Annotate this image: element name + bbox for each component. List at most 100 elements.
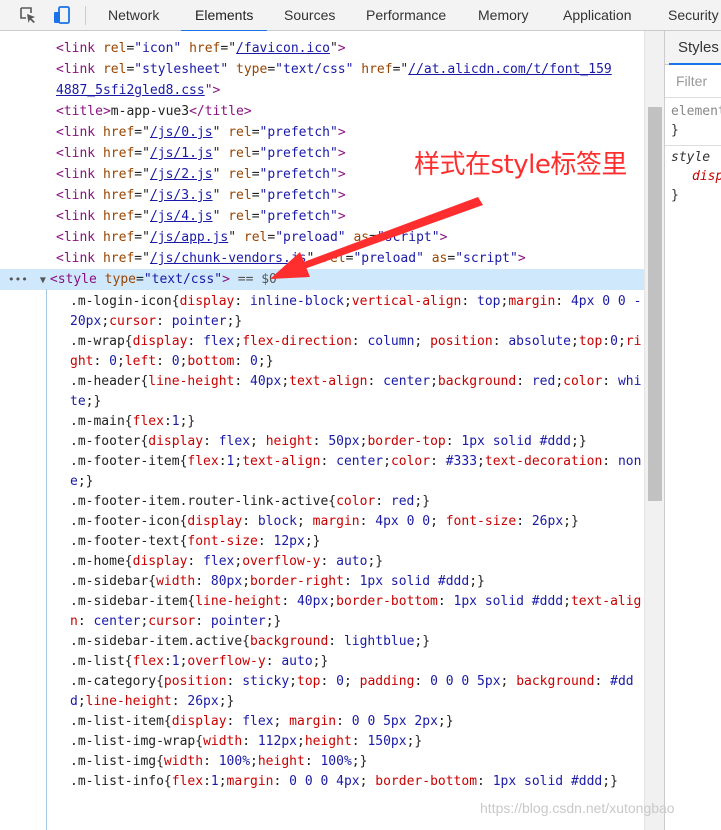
- attr-value: "preload": [275, 230, 346, 245]
- attr-link[interactable]: /js/3.js: [150, 188, 213, 203]
- tag-close-bracket: >: [337, 209, 346, 224]
- css-rule-line: .m-sidebar{width: 80px;border-right: 1px…: [70, 574, 485, 589]
- attr-value: "script": [455, 251, 518, 266]
- attr-link[interactable]: /favicon.ico: [236, 41, 330, 56]
- tag-name: link: [63, 41, 96, 56]
- tag-open-bracket: <: [56, 146, 64, 161]
- rule-separator: [665, 145, 721, 146]
- dom-node-line[interactable]: <title>m-app-vue3</title>: [0, 101, 644, 122]
- tag-close-bracket: >: [337, 41, 346, 56]
- tag-name: link: [63, 209, 96, 224]
- tag-open-bracket: <: [56, 41, 64, 56]
- tag-name: title: [63, 104, 103, 119]
- tab-application[interactable]: Application: [563, 0, 632, 31]
- attr-name: rel: [228, 125, 252, 140]
- tag-name: link: [63, 167, 96, 182]
- node-menu-dots[interactable]: •••: [8, 273, 28, 286]
- css-rule-line: .m-footer-icon{display: block; margin: 4…: [70, 514, 579, 529]
- tag-name: link: [63, 62, 96, 77]
- expand-triangle-icon[interactable]: ▼: [40, 270, 50, 291]
- tab-network[interactable]: Network: [108, 0, 159, 31]
- attr-name: as: [353, 230, 370, 245]
- attr-name: rel: [228, 167, 252, 182]
- style-property[interactable]: disp: [692, 168, 721, 186]
- tag-open-bracket: <: [56, 167, 64, 182]
- scrollbar-thumb[interactable]: [648, 107, 662, 501]
- css-rule-line: .m-main{flex:1;}: [70, 414, 196, 429]
- tab-elements[interactable]: Elements: [180, 0, 268, 32]
- selected-style-node[interactable]: ••• ▼ <style type="text/css"> == $0: [0, 269, 644, 290]
- attr-name: href: [102, 167, 135, 182]
- attr-link[interactable]: /js/0.js: [150, 125, 213, 140]
- dom-node-line[interactable]: <link href="/js/4.js" rel="prefetch">: [0, 206, 644, 227]
- tab-performance[interactable]: Performance: [366, 0, 446, 31]
- attr-name: href: [102, 146, 135, 161]
- dom-node-line[interactable]: 4887_5sfi2gled8.css">: [0, 80, 644, 101]
- dom-node-line[interactable]: <link href="/js/0.js" rel="prefetch">: [0, 122, 644, 143]
- attr-name: href: [102, 188, 135, 203]
- title-text: m-app-vue3: [110, 104, 190, 119]
- css-rule-line: .m-list-info{flex:1;margin: 0 0 0 4px; b…: [70, 774, 618, 789]
- tag-open-bracket: <: [56, 104, 64, 119]
- rule-close-brace: }: [671, 188, 679, 203]
- attr-name: rel: [228, 146, 252, 161]
- attr-name: href: [189, 41, 221, 56]
- attr-link[interactable]: /js/app.js: [150, 230, 228, 245]
- tag-close-bracket: >: [337, 125, 346, 140]
- attr-link[interactable]: /js/2.js: [150, 167, 213, 182]
- css-rule-line: .m-login-icon{display: inline-block;vert…: [70, 294, 642, 329]
- inspect-element-icon[interactable]: [18, 5, 38, 25]
- attr-value: "prefetch": [259, 146, 338, 161]
- css-rule-line: .m-wrap{display: flex;flex-direction: co…: [70, 334, 642, 369]
- tag-name: link: [63, 251, 96, 266]
- attr-name: rel: [243, 230, 268, 245]
- tag-close-bracket: >: [517, 251, 526, 266]
- elements-scrollbar[interactable]: [644, 31, 664, 830]
- css-rule-line: .m-header{line-height: 40px;text-align: …: [70, 374, 642, 409]
- toolbar-divider: [85, 6, 86, 25]
- console-ref-marker: == $0: [237, 272, 277, 287]
- dom-node-line[interactable]: <link rel="stylesheet" type="text/css" h…: [0, 59, 644, 80]
- rule-close-brace: }: [671, 123, 679, 138]
- tag-name: link: [63, 188, 96, 203]
- tag-open-bracket: <: [56, 230, 64, 245]
- attr-value: "stylesheet": [134, 62, 229, 77]
- devtools-toolbar: Network Elements Sources Performance Mem…: [0, 0, 721, 32]
- tab-security[interactable]: Security: [668, 0, 719, 31]
- css-rule-line: .m-footer-item{flex:1;text-align: center…: [70, 454, 642, 489]
- attr-name: rel: [102, 62, 127, 77]
- attr-name: as: [431, 251, 448, 266]
- style-text-content[interactable]: .m-login-icon{display: inline-block;vert…: [70, 292, 644, 792]
- attr-value: "script": [376, 230, 440, 245]
- device-toolbar-icon[interactable]: [52, 5, 72, 25]
- style-rule-selector: style: [671, 150, 711, 165]
- tag-name: link: [63, 146, 96, 161]
- attr-link[interactable]: /js/1.js: [150, 146, 213, 161]
- tag-open-bracket: <: [56, 62, 64, 77]
- css-rule-line: .m-sidebar-item{line-height: 40px;border…: [70, 594, 642, 629]
- dom-node-line[interactable]: <link href="/js/3.js" rel="prefetch">: [0, 185, 644, 206]
- dom-node-line[interactable]: <link href="/js/chunk-vendors.js" rel="p…: [0, 248, 644, 269]
- tab-sources[interactable]: Sources: [284, 0, 335, 31]
- css-rule-line: .m-list-item{display: flex; margin: 0 0 …: [70, 714, 454, 729]
- indent-guide: [46, 289, 47, 830]
- attr-value: "prefetch": [259, 167, 338, 182]
- attr-name: href: [361, 62, 393, 77]
- attr-link[interactable]: /js/chunk-vendors.js: [150, 251, 307, 266]
- tag-close-bracket: >: [337, 146, 346, 161]
- styles-filter-input[interactable]: Filter: [665, 66, 721, 98]
- attr-value: "text/css": [275, 62, 354, 77]
- tag-open-bracket: <: [56, 125, 64, 140]
- attr-link[interactable]: //at.alicdn.com/t/font_159: [408, 62, 612, 77]
- attr-link[interactable]: /js/4.js: [150, 209, 213, 224]
- attr-name: href: [102, 209, 135, 224]
- tab-styles[interactable]: Styles: [665, 31, 721, 65]
- dom-node-line[interactable]: <link href="/js/app.js" rel="preload" as…: [0, 227, 644, 248]
- css-rule-line: .m-list-img-wrap{width: 112px;height: 15…: [70, 734, 423, 749]
- dom-node-line[interactable]: <link rel="icon" href="/favicon.ico">: [0, 38, 644, 59]
- attr-name: href: [102, 230, 135, 245]
- attr-name: rel: [102, 41, 127, 56]
- attr-name: rel: [228, 209, 252, 224]
- attr-link[interactable]: 4887_5sfi2gled8.css: [56, 83, 205, 98]
- tab-memory[interactable]: Memory: [478, 0, 529, 31]
